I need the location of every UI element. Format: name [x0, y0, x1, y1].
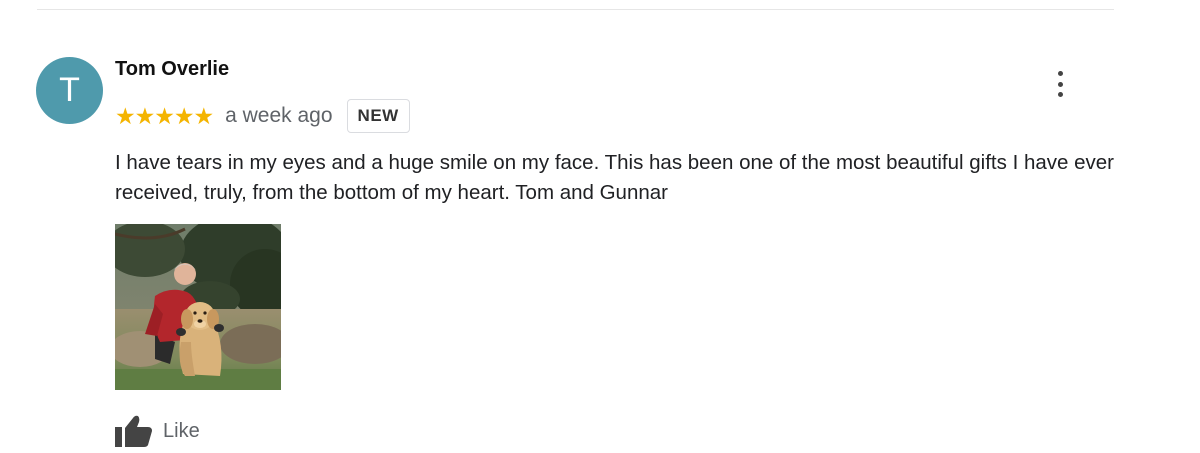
- review-photo[interactable]: [115, 224, 281, 390]
- avatar[interactable]: T: [36, 57, 103, 124]
- more-vert-icon: [1057, 71, 1063, 76]
- star-icon: ★: [154, 102, 175, 129]
- star-icon: ★: [173, 102, 195, 129]
- review-photo-image: [115, 224, 281, 390]
- review-text: I have tears in my eyes and a huge smile…: [115, 151, 1114, 204]
- star-icon: ★: [193, 102, 215, 129]
- like-button[interactable]: Like: [115, 414, 200, 448]
- star-icon: ★: [115, 102, 136, 129]
- top-divider: [37, 9, 1114, 10]
- review-meta: ★ ★ ★ ★ ★ a week ago NEW: [115, 98, 410, 134]
- star-icon: ★: [134, 102, 156, 129]
- avatar-initial: T: [59, 71, 80, 109]
- author-name[interactable]: Tom Overlie: [115, 58, 229, 81]
- more-options-button[interactable]: [1049, 68, 1071, 100]
- thumbs-up-icon: [115, 415, 152, 447]
- review-time: a week ago: [225, 104, 333, 127]
- star-rating: ★ ★ ★ ★ ★: [115, 102, 215, 129]
- new-badge: NEW: [346, 99, 410, 133]
- like-label: Like: [163, 419, 200, 442]
